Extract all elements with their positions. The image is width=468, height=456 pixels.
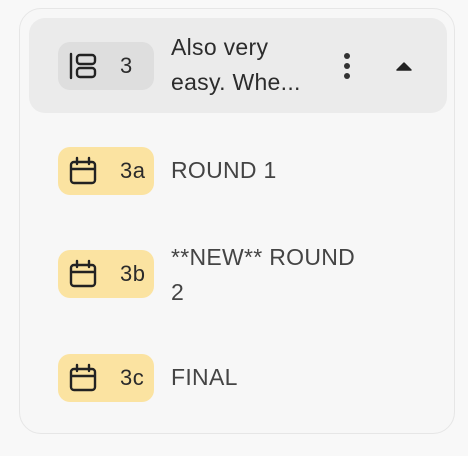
calendar-icon bbox=[66, 257, 100, 291]
more-options-button[interactable] bbox=[335, 50, 359, 82]
item-number: 3b bbox=[120, 261, 146, 286]
calendar-icon bbox=[66, 154, 100, 188]
chevron-up-icon bbox=[396, 62, 412, 71]
item-number-badge: 3a bbox=[58, 147, 154, 195]
item-number-badge: 3b bbox=[58, 250, 154, 298]
item-title: ROUND 1 bbox=[171, 153, 371, 188]
item-title-line1: ROUND 1 bbox=[171, 157, 277, 183]
item-title: FINAL bbox=[171, 360, 371, 395]
group-header[interactable]: 3 Also very easy. Whe... bbox=[29, 18, 447, 113]
collapse-toggle-button[interactable] bbox=[390, 52, 418, 80]
item-title-line1: FINAL bbox=[171, 364, 238, 390]
more-vertical-icon bbox=[344, 53, 350, 79]
item-title-line2: 2 bbox=[171, 279, 185, 305]
group-number: 3 bbox=[120, 53, 133, 78]
calendar-icon bbox=[66, 361, 100, 395]
item-number: 3c bbox=[120, 365, 145, 390]
item-title-line1: **NEW** ROUND bbox=[171, 244, 356, 270]
list-layout-icon bbox=[66, 49, 100, 83]
list-item-round-3a[interactable]: 3a ROUND 1 bbox=[29, 141, 447, 201]
group-number-badge: 3 bbox=[58, 42, 154, 90]
list-item-round-3c[interactable]: 3c FINAL bbox=[29, 348, 447, 408]
item-number: 3a bbox=[120, 158, 146, 183]
list-item-round-3b[interactable]: 3b **NEW** ROUND 2 bbox=[29, 244, 447, 324]
item-number-badge: 3c bbox=[58, 354, 154, 402]
item-title: **NEW** ROUND 2 bbox=[171, 240, 401, 310]
